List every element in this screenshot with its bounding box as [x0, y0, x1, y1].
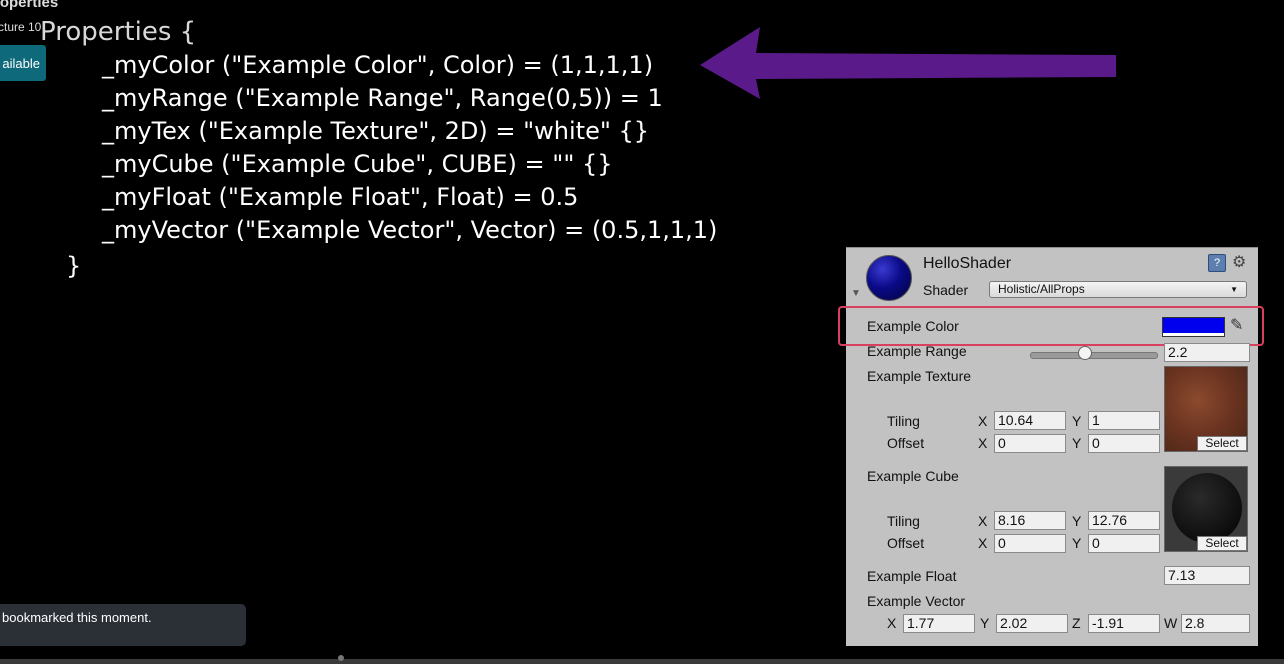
axis-x-label: X [978, 535, 988, 551]
texture-offset-label: Offset [887, 435, 925, 451]
material-inspector: ▼ HelloShader ? ⚙ Shader Holistic/AllPro… [838, 247, 1264, 646]
range-value-field[interactable]: 2.2 [1164, 343, 1250, 362]
progress-handle[interactable] [338, 655, 344, 661]
code-line: _myTex ("Example Texture", 2D) = "white"… [102, 117, 650, 145]
texture-offset-x-field[interactable]: 0 [994, 434, 1066, 453]
cube-offset-y-field[interactable]: 0 [1088, 534, 1160, 553]
code-line: _myVector ("Example Vector", Vector) = (… [102, 216, 718, 244]
cube-offset-x-field[interactable]: 0 [994, 534, 1066, 553]
help-book-icon[interactable]: ? [1208, 254, 1226, 272]
texture-offset-y-field[interactable]: 0 [1088, 434, 1160, 453]
code-close-brace: } [66, 252, 82, 280]
vector-x-field[interactable]: 1.77 [903, 614, 975, 633]
axis-y-label: Y [980, 615, 990, 631]
range-slider-thumb[interactable] [1078, 346, 1092, 360]
vector-z-field[interactable]: -1.91 [1088, 614, 1160, 633]
axis-y-label: Y [1072, 435, 1082, 451]
cube-offset-label: Offset [887, 535, 925, 551]
chevron-down-icon: ▼ [1230, 285, 1238, 294]
bookmark-toast: bookmarked this moment. [0, 604, 246, 646]
eyedropper-icon[interactable]: ✎ [1230, 315, 1243, 335]
cube-select-button[interactable]: Select [1197, 536, 1247, 551]
color-swatch[interactable] [1162, 317, 1225, 337]
texture-thumbnail[interactable]: Select [1164, 366, 1248, 452]
code-line: _myRange ("Example Range", Range(0,5)) =… [102, 84, 663, 112]
axis-x-label: X [887, 615, 897, 631]
example-vector-label: Example Vector [867, 593, 966, 609]
code-line: _myCube ("Example Cube", CUBE) = "" {} [102, 150, 613, 178]
axis-y-label: Y [1072, 513, 1082, 529]
code-block: Properties { _myColor ("Example Color", … [0, 0, 717, 264]
range-slider[interactable] [1030, 352, 1158, 359]
texture-tiling-label: Tiling [887, 413, 920, 429]
cubemap-sphere [1172, 473, 1242, 543]
cube-tiling-y-field[interactable]: 12.76 [1088, 511, 1160, 530]
material-name: HelloShader [923, 255, 1012, 272]
axis-x-label: X [978, 435, 988, 451]
code-line: _myFloat ("Example Float", Float) = 0.5 [102, 183, 579, 211]
axis-y-label: Y [1072, 413, 1082, 429]
shader-dropdown-value: Holistic/AllProps [998, 282, 1085, 296]
gear-icon[interactable]: ⚙ [1232, 252, 1246, 272]
code-header: Properties { [40, 17, 197, 47]
texture-select-button[interactable]: Select [1197, 436, 1247, 451]
axis-x-label: X [978, 513, 988, 529]
pointer-arrow-icon [700, 27, 1116, 99]
example-range-label: Example Range [867, 343, 967, 359]
axis-w-label: W [1164, 615, 1178, 631]
cube-tiling-x-field[interactable]: 8.16 [994, 511, 1066, 530]
example-cube-label: Example Cube [867, 468, 959, 484]
material-sphere-icon [866, 255, 912, 301]
alpha-bar [1163, 333, 1224, 336]
vector-y-field[interactable]: 2.02 [996, 614, 1068, 633]
vector-w-field[interactable]: 2.8 [1181, 614, 1250, 633]
example-texture-label: Example Texture [867, 368, 972, 384]
shader-dropdown[interactable]: Holistic/AllProps ▼ [989, 281, 1247, 298]
axis-y-label: Y [1072, 535, 1082, 551]
texture-tiling-y-field[interactable]: 1 [1088, 411, 1160, 430]
example-float-label: Example Float [867, 568, 957, 584]
cubemap-thumbnail[interactable]: Select [1164, 466, 1248, 552]
video-progress-bar[interactable] [0, 659, 1284, 664]
example-color-label: Example Color [867, 318, 959, 334]
float-value-field[interactable]: 7.13 [1164, 566, 1250, 585]
texture-tiling-x-field[interactable]: 10.64 [994, 411, 1066, 430]
shader-label: Shader [923, 282, 969, 298]
cube-tiling-label: Tiling [887, 513, 920, 529]
axis-z-label: Z [1072, 615, 1081, 631]
code-line: _myColor ("Example Color", Color) = (1,1… [102, 51, 654, 79]
foldout-arrow-icon[interactable]: ▼ [851, 288, 861, 299]
axis-x-label: X [978, 413, 988, 429]
